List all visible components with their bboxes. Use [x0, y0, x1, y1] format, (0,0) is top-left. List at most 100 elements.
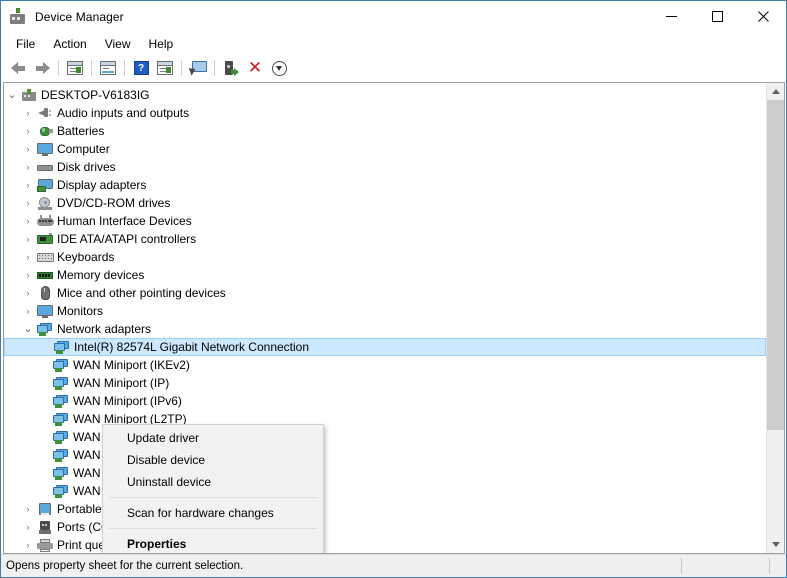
context-menu-item-scan-for-hardware-changes[interactable]: Scan for hardware changes	[103, 502, 323, 524]
chevron-down-icon[interactable]: ⌄	[4, 89, 20, 101]
chevron-right-icon[interactable]: ›	[20, 198, 36, 208]
tree-category-item[interactable]: › Disk drives	[4, 158, 766, 176]
show-hide-action-pane-button[interactable]	[153, 57, 177, 79]
status-pane-2	[682, 555, 769, 577]
properties-button[interactable]	[96, 57, 120, 79]
tree-item-icon	[52, 430, 70, 444]
tree-category-item[interactable]: › Batteries	[4, 122, 766, 140]
menu-file[interactable]: File	[7, 34, 44, 54]
chevron-right-icon[interactable]: ›	[20, 108, 36, 118]
tree-category-item[interactable]: › DVD/CD-ROM drives	[4, 194, 766, 212]
chevron-right-icon[interactable]: ›	[20, 270, 36, 280]
scrollbar-track[interactable]	[767, 100, 784, 536]
toolbar-separator	[181, 60, 182, 76]
chevron-right-icon[interactable]: ›	[20, 540, 36, 550]
chevron-right-icon[interactable]: ›	[20, 180, 36, 190]
chevron-right-icon[interactable]: ›	[20, 252, 36, 262]
network-adapter-icon	[54, 340, 70, 354]
context-menu: Update driver Disable device Uninstall dev…	[102, 424, 324, 553]
vertical-scrollbar[interactable]	[766, 83, 784, 553]
monitor-icon	[37, 304, 53, 318]
tree-item-label: DESKTOP-V6183IG	[41, 88, 150, 102]
disable-device-button[interactable]	[267, 57, 291, 79]
tree-item-label: Keyboards	[57, 250, 115, 264]
tree-item-label: Network adapters	[57, 322, 152, 336]
portable-device-icon	[38, 502, 52, 516]
tree-item-label: Intel(R) 82574L Gigabit Network Connecti…	[74, 340, 310, 354]
status-pane-3	[770, 555, 786, 577]
tree-item-icon	[36, 502, 54, 516]
uninstall-device-button[interactable]: ✕	[243, 57, 267, 79]
tree-category-item[interactable]: › Mice and other pointing devices	[4, 284, 766, 302]
tree-item-label: WAN Miniport (IP)	[73, 376, 170, 390]
tree-item-label: Disk drives	[57, 160, 116, 174]
tree-item-icon	[52, 484, 70, 498]
tree-item-icon	[36, 538, 54, 552]
chevron-right-icon[interactable]: ›	[20, 288, 36, 298]
menu-action[interactable]: Action	[44, 34, 95, 54]
tree-item-icon	[52, 358, 70, 372]
network-adapter-icon	[53, 448, 69, 462]
chevron-right-icon[interactable]: ›	[20, 162, 36, 172]
tree-category-item[interactable]: › Display adapters	[4, 176, 766, 194]
chevron-right-icon[interactable]: ›	[20, 216, 36, 226]
tree-item-label: Mice and other pointing devices	[57, 286, 226, 300]
maximize-button[interactable]	[694, 1, 740, 32]
forward-button[interactable]	[30, 57, 54, 79]
context-menu-item-update-driver[interactable]: Update driver	[103, 427, 323, 449]
toolbar-separator	[58, 60, 59, 76]
chevron-right-icon[interactable]: ›	[20, 306, 36, 316]
tree-category-item[interactable]: › IDE ATA/ATAPI controllers	[4, 230, 766, 248]
scrollbar-thumb[interactable]	[767, 100, 784, 430]
tree-item-label: WAN Miniport (IKEv2)	[73, 358, 190, 372]
chevron-right-icon[interactable]: ›	[20, 504, 36, 514]
chevron-right-icon[interactable]: ›	[20, 522, 36, 532]
window-controls	[648, 1, 786, 32]
scroll-up-button[interactable]	[767, 83, 784, 100]
tree-item-label: Computer	[57, 142, 110, 156]
tree-item-label: DVD/CD-ROM drives	[57, 196, 171, 210]
update-driver-button[interactable]	[219, 57, 243, 79]
disk-drive-icon	[37, 161, 53, 174]
tree-item-icon	[36, 304, 54, 318]
toolbar: ? ✕	[1, 55, 786, 82]
chevron-down-icon[interactable]: ⌄	[20, 323, 36, 335]
scroll-down-button[interactable]	[767, 536, 784, 553]
context-menu-item-uninstall-device[interactable]: Uninstall device	[103, 471, 323, 493]
tree-root-item[interactable]: ⌄ DESKTOP-V6183IG	[4, 86, 766, 104]
tree-category-item[interactable]: ⌄ Network adapters	[4, 320, 766, 338]
tree-device-item[interactable]: Intel(R) 82574L Gigabit Network Connecti…	[4, 338, 766, 356]
tree-item-label: Memory devices	[57, 268, 145, 282]
context-menu-item-disable-device[interactable]: Disable device	[103, 449, 323, 471]
menu-view[interactable]: View	[96, 34, 140, 54]
tree-item-icon	[36, 142, 54, 156]
tree-device-item[interactable]: WAN Miniport (IKEv2)	[4, 356, 766, 374]
chevron-right-icon[interactable]: ›	[20, 126, 36, 136]
scan-for-hardware-changes-button[interactable]	[186, 57, 210, 79]
ide-controller-icon	[37, 232, 53, 246]
tree-category-item[interactable]: › Audio inputs and outputs	[4, 104, 766, 122]
tree-item-icon	[36, 269, 54, 282]
back-button[interactable]	[6, 57, 30, 79]
show-hide-console-tree-button[interactable]	[63, 57, 87, 79]
tree-item-icon	[36, 251, 54, 264]
dvd-drive-icon	[38, 196, 52, 210]
tree-category-item[interactable]: › Memory devices	[4, 266, 766, 284]
tree-device-item[interactable]: WAN Miniport (IPv6)	[4, 392, 766, 410]
chevron-right-icon[interactable]: ›	[20, 144, 36, 154]
close-button[interactable]	[740, 1, 786, 32]
context-menu-item-properties[interactable]: Properties	[103, 533, 323, 553]
tree-category-item[interactable]: › Keyboards	[4, 248, 766, 266]
tree-device-item[interactable]: WAN Miniport (IP)	[4, 374, 766, 392]
help-button[interactable]: ?	[129, 57, 153, 79]
tree-item-icon	[36, 214, 54, 228]
tree-category-item[interactable]: › Monitors	[4, 302, 766, 320]
tree-item-icon	[36, 322, 54, 336]
memory-icon	[37, 269, 53, 282]
menu-help[interactable]: Help	[140, 34, 183, 54]
tree-item-icon	[52, 394, 70, 408]
minimize-button[interactable]	[648, 1, 694, 32]
tree-category-item[interactable]: › Human Interface Devices	[4, 212, 766, 230]
tree-category-item[interactable]: › Computer	[4, 140, 766, 158]
chevron-right-icon[interactable]: ›	[20, 234, 36, 244]
